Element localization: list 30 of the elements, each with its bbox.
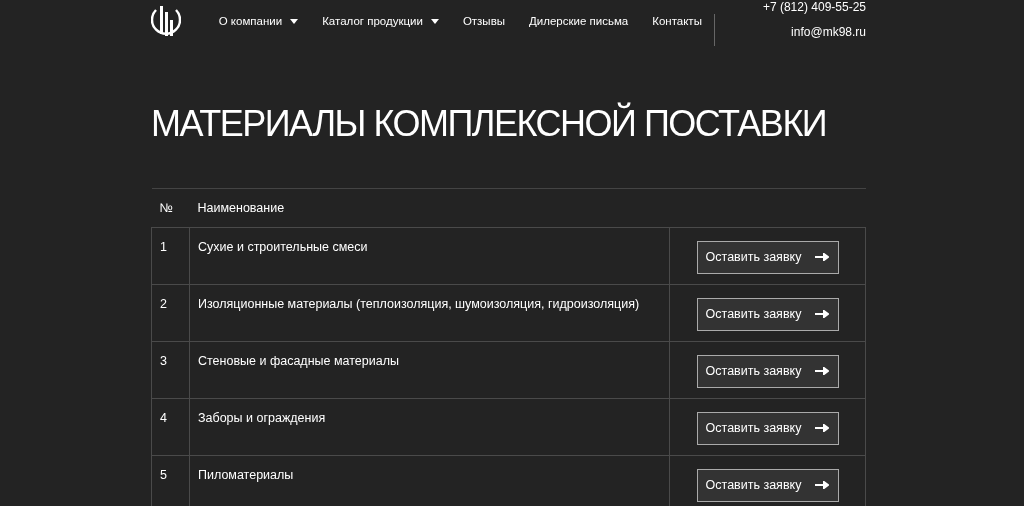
arrow-right-icon bbox=[815, 424, 830, 432]
arrow-right-icon bbox=[815, 253, 830, 261]
nav-link[interactable]: Каталог продукции bbox=[322, 14, 439, 28]
table-cell: Сухие и строительные смеси bbox=[189, 227, 670, 285]
arrow-right-icon bbox=[815, 481, 830, 489]
table-cell: 3 bbox=[151, 341, 190, 399]
table-cell: 2 bbox=[151, 284, 190, 342]
nav-link[interactable]: Отзывы bbox=[462, 14, 505, 28]
table-cell: Изоляционные материалы (теплоизоляция, шумоизоляция, гидроизоляция) bbox=[189, 284, 670, 342]
request-button[interactable]: Оставить заявку bbox=[696, 354, 839, 388]
column-header: № bbox=[151, 188, 190, 228]
request-button[interactable]: Оставить заявку bbox=[696, 411, 839, 445]
email-link[interactable]: info@mk98.ru bbox=[791, 25, 866, 39]
nav-link[interactable]: Контакты bbox=[652, 14, 702, 28]
column-header: Наименование bbox=[189, 188, 670, 228]
page-title: МАТЕРИАЛЫ КОМПЛЕКСНОЙ ПОСТАВКИ bbox=[151, 101, 828, 146]
table-cell: Заборы и ограждения bbox=[189, 398, 670, 456]
arrow-right-icon bbox=[815, 310, 830, 318]
nav-link[interactable]: О компании bbox=[218, 14, 299, 28]
request-button[interactable]: Оставить заявку bbox=[696, 468, 839, 502]
table-cell: 1 bbox=[151, 227, 190, 285]
nav-link[interactable]: Дилерские письма bbox=[529, 14, 629, 28]
request-button[interactable]: Оставить заявку bbox=[696, 297, 839, 331]
phone-number[interactable]: +7 (812) 409-55-25 bbox=[762, 0, 866, 14]
table-cell: 5 bbox=[151, 455, 190, 506]
logo-icon[interactable] bbox=[151, 6, 181, 38]
request-button[interactable]: Оставить заявку bbox=[696, 240, 839, 274]
table-cell: 4 bbox=[151, 398, 190, 456]
arrow-right-icon bbox=[815, 367, 830, 375]
table-cell: Стеновые и фасадные материалы bbox=[189, 341, 670, 399]
